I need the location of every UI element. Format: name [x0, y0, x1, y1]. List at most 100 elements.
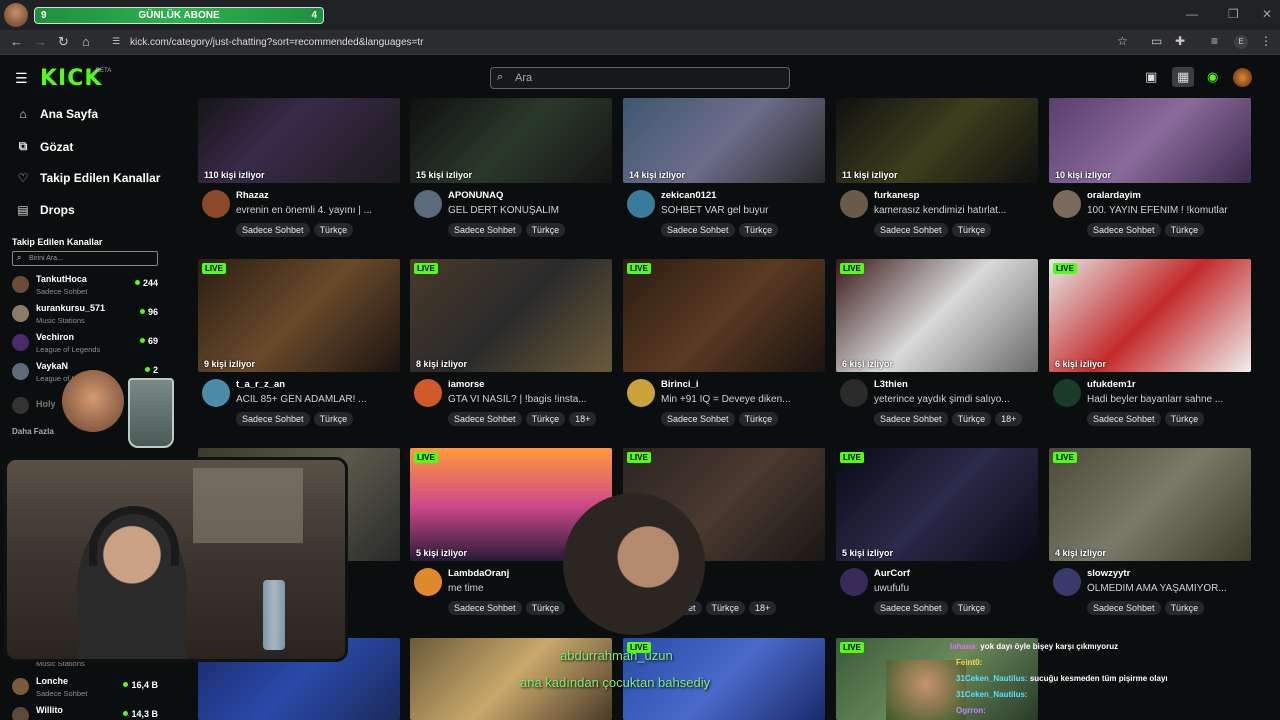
show-more-link[interactable]: Daha Fazla: [12, 427, 54, 436]
channel-avatar[interactable]: [840, 379, 868, 407]
stream-thumbnail[interactable]: LIVE 8 kişi izliyor: [410, 259, 612, 372]
tag-chip[interactable]: Türkçe: [951, 223, 992, 237]
search-input[interactable]: ⌕ Ara: [490, 67, 790, 89]
tag-chip[interactable]: Sadece Sohbet: [1087, 601, 1161, 615]
tag-chip[interactable]: Türkçe: [738, 223, 779, 237]
back-icon[interactable]: ←: [10, 34, 23, 49]
stream-thumbnail[interactable]: 110 kişi izliyor: [198, 98, 400, 183]
home-icon[interactable]: ⌂: [82, 34, 90, 49]
kick-logo[interactable]: KICK: [40, 66, 102, 91]
nav-following[interactable]: ♡ Takip Edilen Kanallar: [16, 171, 161, 185]
channel-avatar[interactable]: [202, 379, 230, 407]
stream-card-slowzyytr-14[interactable]: LIVE 4 kişi izliyor slowzyytr ÖLMEDİM AMA Y…: [1049, 448, 1251, 615]
tag-chip[interactable]: Türkçe: [738, 412, 779, 426]
vr-icon[interactable]: ▣: [1145, 69, 1157, 85]
channel-avatar[interactable]: [414, 568, 442, 596]
kick-coin-icon[interactable]: ◉: [1207, 69, 1218, 85]
sidebar-channel-willito[interactable]: Willito 14,3 B: [12, 703, 182, 720]
forward-icon[interactable]: →: [34, 34, 47, 49]
tag-chip[interactable]: Sadece Sohbet: [874, 601, 948, 615]
stream-card-furkanesp-3[interactable]: 11 kişi izliyor furkanesp kamerasız kendim…: [836, 98, 1038, 238]
stream-card-aurcorf-13[interactable]: LIVE 5 kişi izliyor AurCorf uwufufu Sadece S…: [836, 448, 1038, 615]
stream-thumbnail[interactable]: LIVE 6 kişi izliyor: [1049, 259, 1251, 372]
tag-chip[interactable]: Sadece Sohbet: [448, 601, 522, 615]
tag-chip[interactable]: Sadece Sohbet: [1087, 223, 1161, 237]
channel-avatar[interactable]: [627, 190, 655, 218]
tag-chip[interactable]: Türkçe: [313, 223, 354, 237]
stream-thumbnail[interactable]: LIVE 5 kişi izliyor: [836, 448, 1038, 561]
menu-dots-icon[interactable]: ⋮: [1260, 34, 1272, 48]
stream-thumbnail[interactable]: LIVE 4 kişi izliyor: [1049, 448, 1251, 561]
stream-thumbnail[interactable]: LIVE 9 kişi izliyor: [198, 259, 400, 372]
channel-avatar[interactable]: [627, 379, 655, 407]
hamburger-menu-icon[interactable]: ☰: [15, 70, 28, 87]
tag-chip[interactable]: Sadece Sohbet: [1087, 412, 1161, 426]
tag-chip[interactable]: 18+: [749, 601, 777, 615]
channel-name[interactable]: Rhazaz: [236, 190, 269, 201]
channel-name[interactable]: iamorse: [448, 379, 484, 390]
chat-username[interactable]: lahana:: [950, 642, 980, 651]
channel-avatar[interactable]: [1053, 379, 1081, 407]
channel-name[interactable]: ufukdem1r: [1087, 379, 1136, 390]
tag-chip[interactable]: Sadece Sohbet: [874, 223, 948, 237]
channel-avatar[interactable]: [1053, 190, 1081, 218]
stream-card-rhazaz-0[interactable]: 110 kişi izliyor Rhazaz evrenin en önemli …: [198, 98, 400, 238]
stream-card-l3thien-8[interactable]: LIVE 6 kişi izliyor L3thien yeterince yaydı…: [836, 259, 1038, 426]
tag-chip[interactable]: Sadece Sohbet: [236, 223, 310, 237]
profile-avatar[interactable]: E: [1234, 35, 1248, 49]
stream-thumbnail[interactable]: 11 kişi izliyor: [836, 98, 1038, 183]
channel-avatar[interactable]: [840, 190, 868, 218]
sidebar-channel-kurankursu[interactable]: kurankursu_571 Music Stations 96: [12, 301, 182, 327]
stream-title[interactable]: ÖLMEDİM AMA YAŞAMIYOR...: [1087, 583, 1247, 594]
tag-chip[interactable]: Türkçe: [1164, 412, 1205, 426]
stream-thumbnail[interactable]: 15 kişi izliyor: [410, 98, 612, 183]
layout-icon[interactable]: ▦: [1172, 67, 1195, 87]
stream-title[interactable]: GTA VI NASIL? | !bagis !insta...: [448, 394, 608, 405]
stream-title[interactable]: kamerasız kendimizi hatırlat...: [874, 205, 1034, 216]
stream-title[interactable]: Min +91 IQ = Deveye diken...: [661, 394, 821, 405]
stream-card-aponunaq-1[interactable]: 15 kişi izliyor APONUNAQ GEL DERT KONUŞALI…: [410, 98, 612, 238]
tag-chip[interactable]: Sadece Sohbet: [448, 223, 522, 237]
close-icon[interactable]: ✕: [1262, 7, 1272, 21]
followed-search-input[interactable]: ⌕ Birini Ara...: [12, 251, 158, 266]
stream-title[interactable]: yeterince yaydık şimdi salıyo...: [874, 394, 1034, 405]
stream-title[interactable]: GEL DERT KONUŞALIM: [448, 205, 608, 216]
reading-list-icon[interactable]: ≡: [1211, 34, 1218, 48]
tag-chip[interactable]: Türkçe: [705, 601, 746, 615]
tag-chip[interactable]: 18+: [995, 412, 1023, 426]
chat-username[interactable]: 31Ceken_Nautilus:: [956, 690, 1028, 699]
stream-card-oralardayim-4[interactable]: 10 kişi izliyor oralardayim 100. YAYIN EFE…: [1049, 98, 1251, 238]
stream-card-t-a-r-z-an-5[interactable]: LIVE 9 kişi izliyor t_a_r_z_an ACİL 85+ GEN…: [198, 259, 400, 426]
channel-name[interactable]: LambdaOranj: [448, 568, 509, 579]
tag-chip[interactable]: Türkçe: [525, 223, 566, 237]
stream-card-zekican0121-2[interactable]: 14 kişi izliyor zekican0121 SOHBET VAR gel…: [623, 98, 825, 238]
sidebar-channel-tankuthoca[interactable]: TankutHoca Sadece Sohbet 244: [12, 272, 182, 298]
stream-thumbnail[interactable]: LIVE 6 kişi izliyor: [836, 259, 1038, 372]
tag-chip[interactable]: Sadece Sohbet: [448, 412, 522, 426]
stream-title[interactable]: ACİL 85+ GEN ADAMLAR! ...: [236, 394, 396, 405]
tag-chip[interactable]: Türkçe: [525, 601, 566, 615]
channel-avatar[interactable]: [414, 379, 442, 407]
tag-chip[interactable]: 18+: [569, 412, 597, 426]
tag-chip[interactable]: Sadece Sohbet: [236, 412, 310, 426]
stream-thumbnail[interactable]: LIVE: [623, 259, 825, 372]
extensions-icon[interactable]: ✚: [1175, 34, 1185, 48]
tag-chip[interactable]: Türkçe: [313, 412, 354, 426]
channel-name[interactable]: APONUNAQ: [448, 190, 503, 201]
minimize-icon[interactable]: —: [1186, 7, 1198, 21]
nav-drops[interactable]: ▤ Drops: [16, 203, 74, 217]
tag-chip[interactable]: Türkçe: [525, 412, 566, 426]
channel-name[interactable]: L3thien: [874, 379, 908, 390]
channel-name[interactable]: AurCorf: [874, 568, 910, 579]
stream-title[interactable]: SOHBET VAR gel buyur: [661, 205, 821, 216]
channel-name[interactable]: oralardayim: [1087, 190, 1141, 201]
cast-icon[interactable]: ▭: [1151, 34, 1162, 48]
channel-name[interactable]: slowzyytr: [1087, 568, 1130, 579]
stream-title[interactable]: uwufufu: [874, 583, 1034, 594]
channel-avatar[interactable]: [840, 568, 868, 596]
restore-icon[interactable]: ❐: [1228, 7, 1239, 21]
reload-icon[interactable]: ↻: [58, 34, 69, 50]
nav-home[interactable]: ⌂ Ana Sayfa: [16, 107, 98, 121]
stream-card-birinci-i-7[interactable]: LIVE Birinci_i Min +91 IQ = Deveye diken..…: [623, 259, 825, 426]
chat-username[interactable]: 31Ceken_Nautilus:: [956, 674, 1030, 683]
